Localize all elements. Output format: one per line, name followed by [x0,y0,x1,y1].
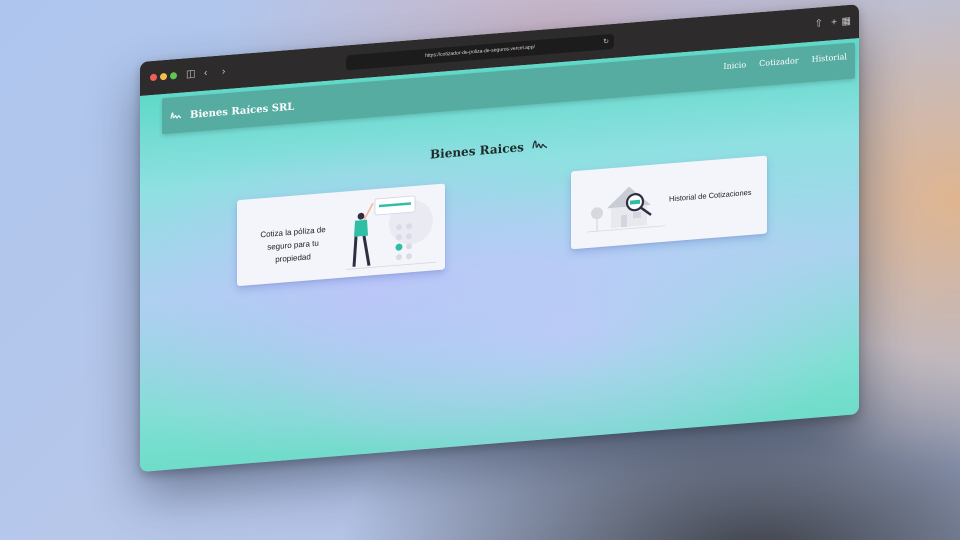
nav-link-cotizador[interactable]: Cotizador [759,56,798,68]
browser-window: ◫ ‹ › https://cotizador-de-poliza-de-seg… [140,4,859,472]
brand-name: Bienes Raíces SRL [190,101,295,121]
nav-links: Inicio Cotizador Historial [723,52,847,71]
minimize-window-button[interactable] [160,72,167,81]
new-tab-icon[interactable]: + [831,17,837,28]
page-title: Bienes Raices [430,137,548,161]
page-content: Bienes Raíces SRL Inicio Cotizador Histo… [140,38,859,472]
quote-card-label: Cotiza la póliza de seguro para tu propi… [260,225,326,265]
house-magnifier-illustration [587,186,665,233]
nav-link-historial[interactable]: Historial [812,52,847,64]
url-text: https://cotizador-de-poliza-de-seguros.v… [425,44,535,60]
signature-logo-icon [170,110,182,124]
brand[interactable]: Bienes Raíces SRL [170,101,294,124]
history-card-label: Historial de Cotizaciones [669,187,752,204]
tab-overview-icon[interactable]: ▦ [842,16,851,28]
close-window-button[interactable] [150,73,157,82]
page-title-text: Bienes Raices [430,139,524,162]
reload-icon[interactable]: ↻ [603,34,609,49]
share-icon[interactable]: ⇧ [815,18,823,30]
history-card[interactable]: Historial de Cotizaciones [571,155,767,250]
signature-icon [532,137,548,153]
sidebar-icon[interactable]: ◫ [186,69,195,81]
nav-link-inicio[interactable]: Inicio [723,60,746,71]
quote-card[interactable]: Cotiza la póliza de seguro para tu propi… [237,183,445,287]
person-form-illustration [346,195,436,270]
forward-icon[interactable]: › [222,66,225,77]
back-icon[interactable]: ‹ [204,68,207,79]
maximize-window-button[interactable] [170,72,177,80]
